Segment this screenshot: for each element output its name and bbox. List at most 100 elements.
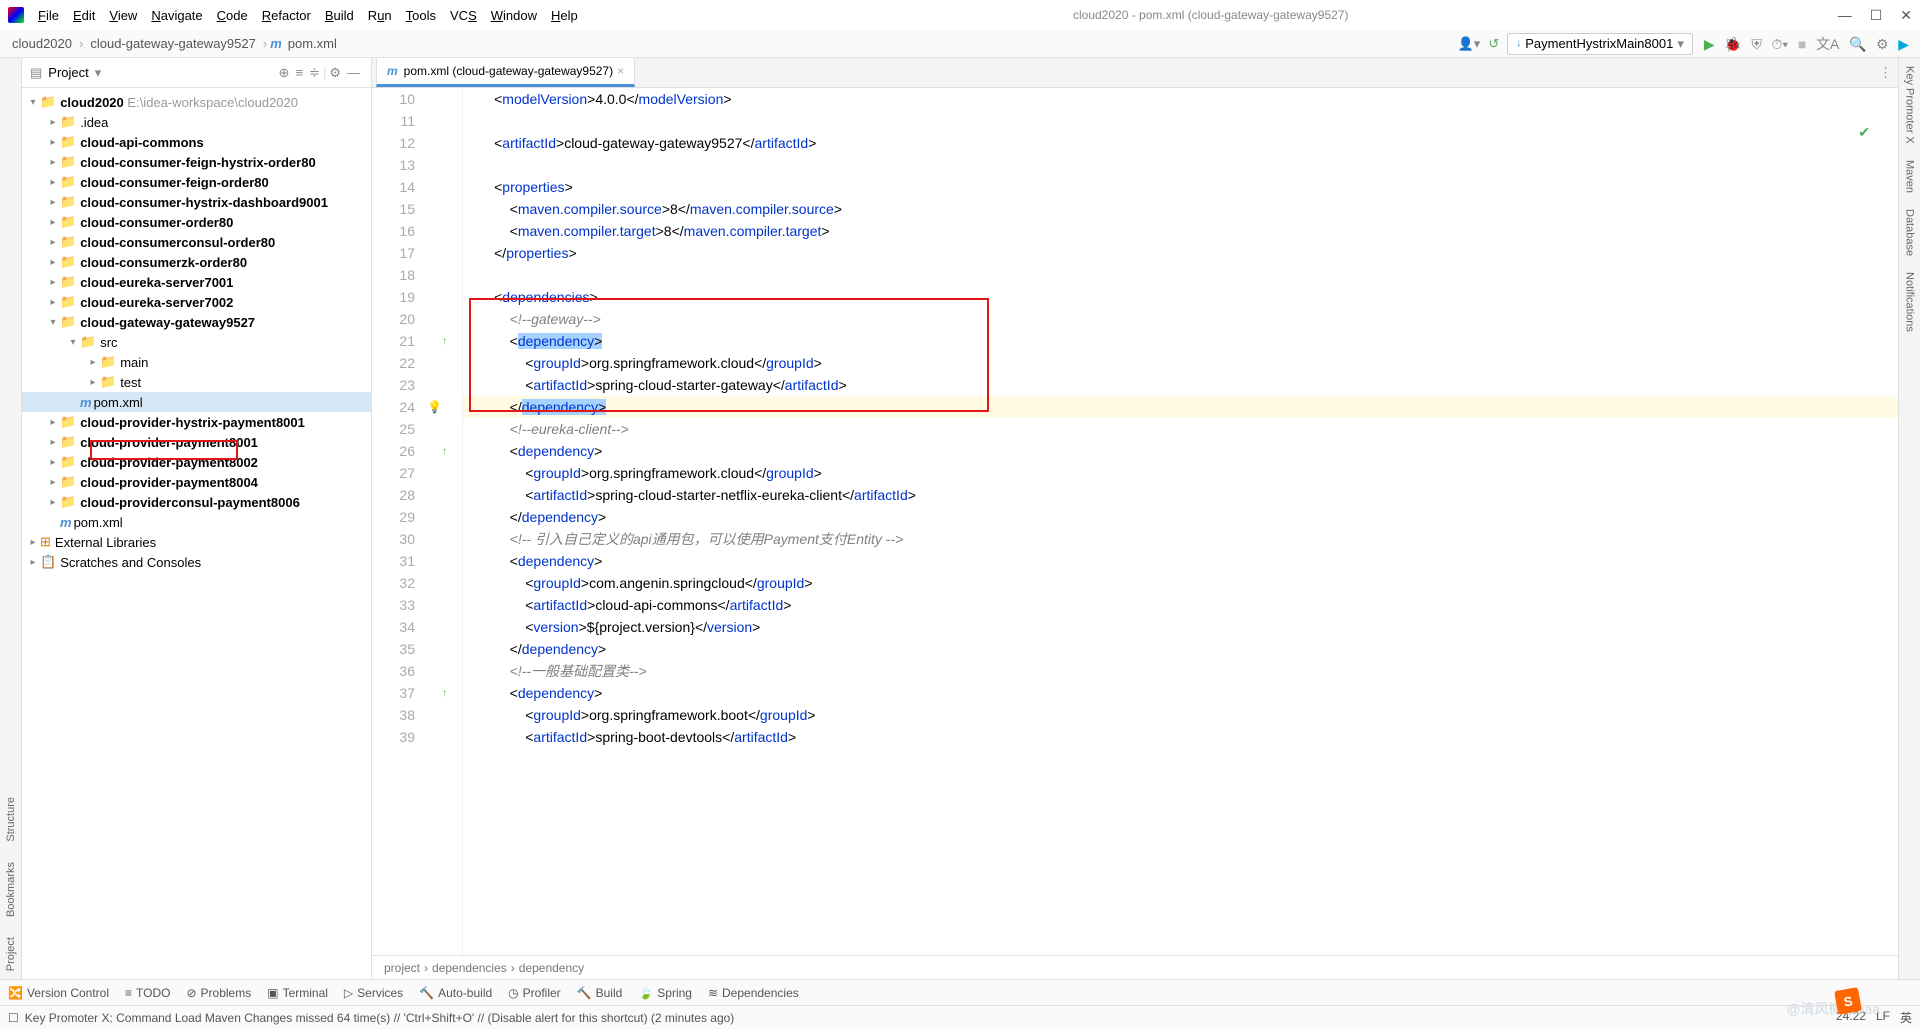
- statusbar: ☐ Key Promoter X: Command Load Maven Cha…: [0, 1005, 1920, 1029]
- watermark: @清风微凉aaa: [1786, 999, 1880, 1019]
- user-icon[interactable]: 👤▾: [1458, 36, 1481, 52]
- check-icon[interactable]: ✔: [1858, 124, 1870, 141]
- expand-icon[interactable]: ≑: [309, 65, 320, 81]
- tree-test[interactable]: test: [120, 375, 141, 390]
- settings-icon[interactable]: ⚙: [1876, 36, 1889, 52]
- tool-database[interactable]: Database: [1904, 209, 1916, 256]
- tool-autobuild[interactable]: 🔨 Auto-build: [419, 986, 492, 1000]
- tool-spring[interactable]: 🍃 Spring: [638, 986, 692, 1000]
- tree-item[interactable]: cloud-eureka-server7001: [80, 275, 233, 290]
- tree-item[interactable]: cloud-consumer-order80: [80, 215, 233, 230]
- code-area[interactable]: 10111213141516171819 2021222324252627282…: [372, 88, 1898, 955]
- tool-deps[interactable]: ≋ Dependencies: [708, 986, 799, 1000]
- crumb[interactable]: project: [384, 961, 420, 975]
- tool-services[interactable]: ▷ Services: [344, 986, 403, 1000]
- translate-icon[interactable]: 文A: [1816, 36, 1839, 52]
- chevron-down-icon[interactable]: ▾: [95, 65, 102, 81]
- tree-item[interactable]: cloud-consumerconsul-order80: [80, 235, 275, 250]
- crumb-root[interactable]: cloud2020: [8, 36, 76, 51]
- tool-maven[interactable]: Maven: [1904, 160, 1916, 193]
- hide-icon[interactable]: —: [347, 65, 360, 80]
- tool-build[interactable]: 🔨 Build: [577, 986, 623, 1000]
- crumb-module[interactable]: cloud-gateway-gateway9527: [86, 36, 260, 51]
- window-title: cloud2020 - pom.xml (cloud-gateway-gatew…: [584, 8, 1838, 22]
- coverage-icon[interactable]: ⛨: [1751, 36, 1762, 52]
- arrow-icon[interactable]: ▶: [1898, 36, 1909, 52]
- navbar: cloud2020 cloud-gateway-gateway9527 m po…: [0, 30, 1920, 58]
- menu-vcs[interactable]: VCS: [444, 4, 483, 27]
- tree-root-pom[interactable]: pom.xml: [74, 515, 123, 530]
- close-icon[interactable]: ✕: [1900, 7, 1912, 24]
- code-lines[interactable]: <modelVersion>4.0.0</modelVersion> <arti…: [463, 88, 1898, 955]
- menu-navigate[interactable]: Navigate: [145, 4, 208, 27]
- menu-run[interactable]: Run: [362, 4, 398, 27]
- tree-external-libraries[interactable]: External Libraries: [55, 535, 156, 550]
- gear-icon[interactable]: ⚙: [329, 65, 341, 81]
- tree-item[interactable]: cloud-provider-hystrix-payment8001: [80, 415, 305, 430]
- bottom-toolbar[interactable]: 🔀 Version Control ≡ TODO ⊘ Problems ▣ Te…: [0, 979, 1920, 1005]
- run-config-selector[interactable]: PaymentHystrixMain8001▾: [1507, 33, 1693, 55]
- tool-terminal[interactable]: ▣ Terminal: [267, 986, 328, 1000]
- menubar[interactable]: File Edit View Navigate Code Refactor Bu…: [32, 4, 584, 27]
- tree-main[interactable]: main: [120, 355, 148, 370]
- menu-tools[interactable]: Tools: [400, 4, 442, 27]
- tree-item[interactable]: cloud-eureka-server7002: [80, 295, 233, 310]
- tree-item[interactable]: cloud-consumer-hystrix-dashboard9001: [80, 195, 328, 210]
- tab-pom[interactable]: m pom.xml (cloud-gateway-gateway9527) ×: [376, 57, 635, 87]
- crumb-file[interactable]: pom.xml: [284, 36, 341, 51]
- tree-item[interactable]: cloud-consumerzk-order80: [80, 255, 247, 270]
- menu-code[interactable]: Code: [211, 4, 254, 27]
- profile-icon[interactable]: ⏱▾: [1771, 36, 1788, 52]
- tab-menu-icon[interactable]: ⋮: [1873, 59, 1898, 87]
- close-tab-icon[interactable]: ×: [617, 64, 624, 78]
- right-tool-strip[interactable]: Key Promoter X Maven Database Notificati…: [1898, 58, 1920, 979]
- tool-vcs[interactable]: 🔀 Version Control: [8, 986, 109, 1000]
- gutter: 10111213141516171819 2021222324252627282…: [372, 88, 427, 955]
- editor-tabs[interactable]: m pom.xml (cloud-gateway-gateway9527) × …: [372, 58, 1898, 88]
- menu-help[interactable]: Help: [545, 4, 584, 27]
- menu-window[interactable]: Window: [485, 4, 543, 27]
- sort-icon[interactable]: ≡: [295, 65, 303, 80]
- left-tool-strip[interactable]: Structure Bookmarks Project: [0, 58, 22, 979]
- tree-item[interactable]: cloud-consumer-feign-hystrix-order80: [80, 155, 316, 170]
- search-icon[interactable]: 🔍: [1849, 36, 1866, 52]
- menu-build[interactable]: Build: [319, 4, 360, 27]
- tool-problems[interactable]: ⊘ Problems: [186, 986, 251, 1000]
- tool-project[interactable]: Project: [5, 937, 17, 971]
- tree-item[interactable]: cloud-consumer-feign-order80: [80, 175, 269, 190]
- tree-src[interactable]: src: [100, 335, 117, 350]
- debug-icon[interactable]: 🐞: [1724, 36, 1741, 52]
- gutter-marks[interactable]: [427, 88, 463, 955]
- tool-bookmarks[interactable]: Bookmarks: [5, 862, 17, 917]
- tool-profiler[interactable]: ◷ Profiler: [508, 986, 561, 1000]
- tree-item-gateway[interactable]: cloud-gateway-gateway9527: [80, 315, 255, 330]
- panel-title: Project: [48, 65, 88, 80]
- tree-scratches[interactable]: Scratches and Consoles: [60, 555, 201, 570]
- target-icon[interactable]: ⊕: [279, 65, 290, 81]
- stop-icon[interactable]: ■: [1798, 36, 1806, 52]
- maximize-icon[interactable]: ☐: [1870, 7, 1883, 24]
- minimize-icon[interactable]: —: [1838, 7, 1852, 24]
- tree-root[interactable]: cloud2020: [60, 95, 124, 110]
- tree-item[interactable]: .idea: [80, 115, 108, 130]
- menu-edit[interactable]: Edit: [67, 4, 101, 27]
- tool-key-promoter[interactable]: Key Promoter X: [1904, 66, 1916, 144]
- editor-breadcrumbs[interactable]: project› dependencies› dependency: [372, 955, 1898, 979]
- menu-view[interactable]: View: [103, 4, 143, 27]
- tool-structure[interactable]: Structure: [5, 797, 17, 842]
- run-icon[interactable]: ▶: [1704, 36, 1715, 52]
- tree-item[interactable]: cloud-provider-payment8004: [80, 475, 258, 490]
- crumb[interactable]: dependency: [519, 961, 584, 975]
- tree-item[interactable]: cloud-providerconsul-payment8006: [80, 495, 300, 510]
- menu-refactor[interactable]: Refactor: [256, 4, 317, 27]
- build-hammer-icon[interactable]: ↺: [1488, 36, 1499, 52]
- project-tree[interactable]: ▾📁cloud2020 E:\idea-workspace\cloud2020 …: [22, 88, 371, 979]
- tool-notifications[interactable]: Notifications: [1904, 272, 1916, 332]
- tool-todo[interactable]: ≡ TODO: [125, 986, 170, 1000]
- menu-file[interactable]: File: [32, 4, 65, 27]
- tree-item[interactable]: cloud-api-commons: [80, 135, 204, 150]
- crumb[interactable]: dependencies: [432, 961, 507, 975]
- tree-pom-selected[interactable]: mpom.xml: [22, 392, 371, 412]
- status-lang[interactable]: 英: [1900, 1009, 1912, 1026]
- status-sidebar-icon[interactable]: ☐: [8, 1011, 19, 1025]
